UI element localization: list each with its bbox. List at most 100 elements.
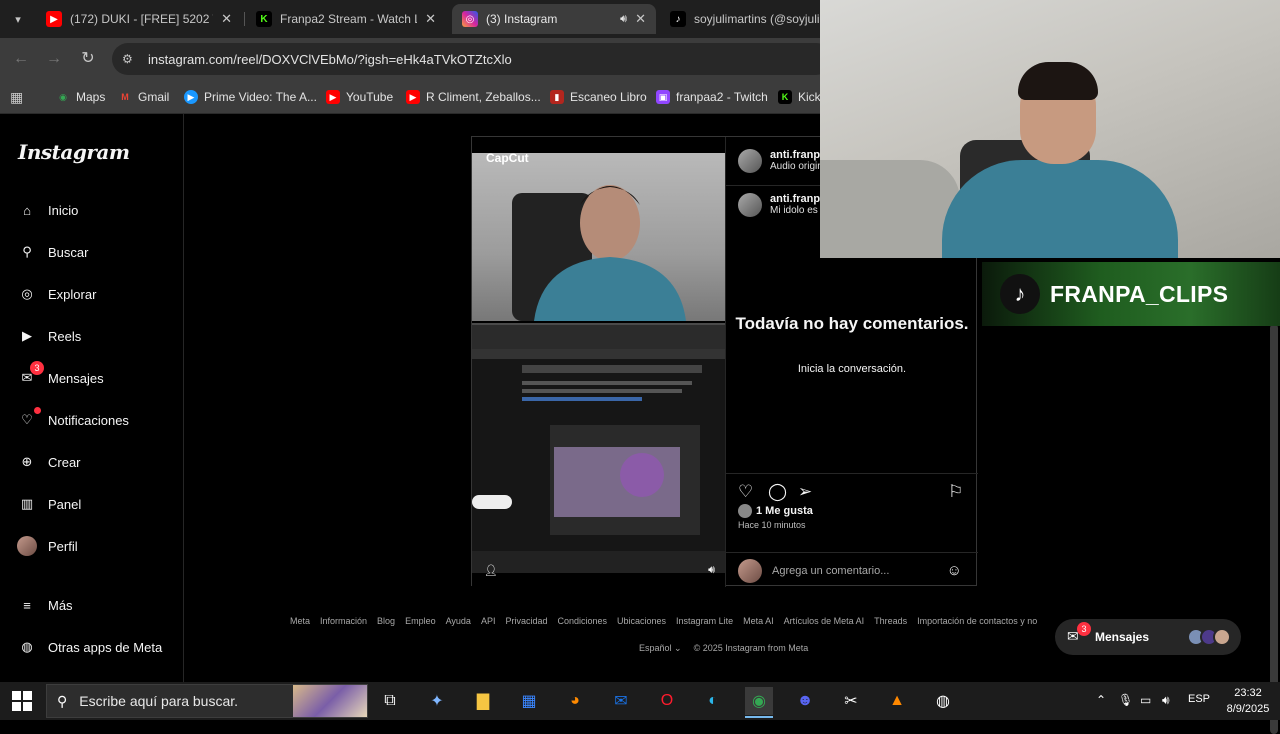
file-explorer-icon[interactable]: ▇ xyxy=(469,687,497,715)
reel-video[interactable]: CapCut 👤︎ 🔊︎ xyxy=(472,137,725,587)
address-url[interactable]: instagram.com/reel/DOXVClVEbMo/?igsh=eHk… xyxy=(148,52,512,67)
sidebar-item-mensajes[interactable]: ✉ 3 Mensajes xyxy=(16,361,104,392)
tab-youtube[interactable]: ▶ (172) DUKI - [FREE] 5202 Typ ✕ xyxy=(36,4,242,34)
recent-contacts xyxy=(1187,628,1231,646)
bookmark-prime-video[interactable]: ▶ Prime Video: The A... xyxy=(184,87,317,107)
likes-count[interactable]: 1 Me gusta xyxy=(738,504,813,518)
tab-kick[interactable]: K Franpa2 Stream - Watch Live ✕ xyxy=(246,4,446,34)
sidebar-item-inicio[interactable]: ⌂ Inicio xyxy=(16,196,78,224)
network-icon[interactable]: ▭ xyxy=(1140,693,1151,707)
sidebar-item-mas[interactable]: ≡ Más xyxy=(16,591,72,619)
forward-arrow-icon[interactable]: → xyxy=(43,48,65,70)
sidebar-item-buscar[interactable]: ⚲ Buscar xyxy=(16,238,88,266)
footer-link[interactable]: API xyxy=(481,616,496,626)
microsoft-store-icon[interactable]: ▦ xyxy=(515,687,543,715)
instagram-logo[interactable]: Instagram xyxy=(18,140,130,164)
edge-icon[interactable]: ◐ xyxy=(699,687,727,715)
taskbar-search[interactable]: ⚲ Escribe aquí para buscar. xyxy=(46,684,368,718)
footer-link[interactable]: Instagram Lite xyxy=(676,616,733,626)
avatar[interactable] xyxy=(738,149,762,173)
compass-icon: ◎ xyxy=(21,286,33,301)
tab-search-chevron-icon[interactable]: ▾ xyxy=(6,7,30,31)
post-caption: anti.franpa Mi idolo es xyxy=(738,193,826,217)
footer-link[interactable]: Threads xyxy=(874,616,907,626)
site-info-icon[interactable]: ⚙ xyxy=(122,52,140,66)
reload-icon[interactable]: ↻ xyxy=(77,48,99,70)
comment-input[interactable]: Agrega un comentario... xyxy=(772,565,947,577)
volume-icon[interactable]: 🔊︎ xyxy=(708,564,715,577)
footer-link[interactable]: Condiciones xyxy=(557,616,607,626)
language-select[interactable]: Español ⌄ xyxy=(639,643,682,654)
post-audio[interactable]: Audio origin xyxy=(770,161,826,172)
microphone-icon[interactable]: 🎙︎ xyxy=(1118,693,1133,707)
close-tab-icon[interactable]: ✕ xyxy=(221,11,232,27)
footer-link[interactable]: Privacidad xyxy=(505,616,547,626)
volume-icon[interactable]: 🔊︎ xyxy=(1162,693,1170,708)
bookmark-maps[interactable]: ◉ Maps xyxy=(56,87,105,107)
sidebar-item-explorar[interactable]: ◎ Explorar xyxy=(16,280,96,308)
chevron-up-icon[interactable]: ⌃ xyxy=(1096,693,1106,707)
meta-apps-icon: ◍ xyxy=(21,639,33,654)
footer-link[interactable]: Empleo xyxy=(405,616,436,626)
user-tag-icon[interactable]: 👤︎ xyxy=(484,564,498,577)
outlook-icon[interactable]: ✉ xyxy=(607,687,635,715)
caption-author[interactable]: anti.franpa xyxy=(770,193,826,205)
footer-link[interactable]: Blog xyxy=(377,616,395,626)
footer-link[interactable]: Ayuda xyxy=(446,616,471,626)
capcut-icon[interactable]: ✂ xyxy=(837,687,865,715)
footer-link[interactable]: Artículos de Meta AI xyxy=(784,616,865,626)
close-tab-icon[interactable]: ✕ xyxy=(425,11,436,27)
discord-icon[interactable]: ☻ xyxy=(791,687,819,715)
tab-title: soyjulimartins (@soyjulimar xyxy=(694,12,820,26)
bookmark-save-icon[interactable]: ⚐ xyxy=(948,482,963,502)
bookmark-youtube[interactable]: ▶ YouTube xyxy=(326,87,393,107)
share-paper-plane-icon[interactable]: ➢ xyxy=(798,482,812,502)
bookmark-escaneo-libro[interactable]: ▮ Escaneo Libro xyxy=(550,87,647,107)
windows-start-icon[interactable] xyxy=(12,691,32,711)
system-clock[interactable]: 23:32 8/9/2025 xyxy=(1222,685,1274,717)
tab-tiktok[interactable]: ♪ soyjulimartins (@soyjulimar xyxy=(660,4,830,34)
bookmark-label: Prime Video: The A... xyxy=(204,90,317,104)
sidebar-item-panel[interactable]: ▥ Panel xyxy=(16,490,81,518)
sidebar-item-notificaciones[interactable]: ♡ Notificaciones xyxy=(16,406,129,434)
firefox-icon[interactable]: ◕ xyxy=(561,687,589,715)
sidebar-item-perfil[interactable]: Perfil xyxy=(16,532,78,560)
speaker-icon[interactable]: 🔊︎ xyxy=(620,13,627,26)
comment-bubble-icon[interactable]: ◯ xyxy=(768,482,787,502)
bookmark-gmail[interactable]: M Gmail xyxy=(118,87,169,107)
opera-icon[interactable]: O xyxy=(653,687,681,715)
avatar[interactable] xyxy=(738,193,762,217)
messages-pill[interactable]: ✉ 3 Mensajes xyxy=(1055,619,1241,655)
tab-instagram[interactable]: ◎ (3) Instagram 🔊︎ ✕ xyxy=(452,4,656,34)
footer-link[interactable]: Meta xyxy=(290,616,310,626)
footer-link[interactable]: Meta AI xyxy=(743,616,774,626)
sidebar-item-label: Notificaciones xyxy=(48,412,129,428)
copilot-icon[interactable]: ✦ xyxy=(423,687,451,715)
avatar xyxy=(1213,628,1231,646)
sidebar-item-crear[interactable]: ⊕ Crear xyxy=(16,448,81,476)
footer-link[interactable]: Información xyxy=(320,616,367,626)
bookmark-kick[interactable]: K Kick xyxy=(778,87,821,107)
bookmark-twitch[interactable]: ▣ franpaa2 - Twitch xyxy=(656,87,768,107)
bookmark-climent[interactable]: ▶ R Climent, Zeballos... xyxy=(406,87,541,107)
obs-icon[interactable]: ◍ xyxy=(929,687,957,715)
sidebar-item-otras-apps[interactable]: ◍ Otras apps de Meta xyxy=(16,633,162,661)
apps-grid-icon[interactable]: ▦ xyxy=(10,87,23,107)
like-heart-icon[interactable]: ♡ xyxy=(738,482,753,502)
sidebar-item-reels[interactable]: ▶ Reels xyxy=(16,322,81,350)
emoji-icon[interactable]: ☺ xyxy=(947,562,962,579)
task-view-icon[interactable]: ⧉ xyxy=(376,687,404,715)
back-arrow-icon[interactable]: ← xyxy=(10,48,32,70)
footer-link[interactable]: Importación de contactos y no xyxy=(917,616,1037,626)
input-language[interactable]: ESP xyxy=(1188,693,1210,705)
close-tab-icon[interactable]: ✕ xyxy=(635,11,646,27)
address-bar[interactable]: ⚙ instagram.com/reel/DOXVClVEbMo/?igsh=e… xyxy=(112,43,832,75)
chrome-icon[interactable]: ◉ xyxy=(745,687,773,718)
page-scrollbar[interactable] xyxy=(1270,324,1278,734)
vlc-icon[interactable]: ▲ xyxy=(883,687,911,715)
prime-video-icon: ▶ xyxy=(184,90,198,104)
taskbar-search-input[interactable]: Escribe aquí para buscar. xyxy=(79,693,293,709)
post-author[interactable]: anti.franpa xyxy=(770,149,826,161)
footer-link[interactable]: Ubicaciones xyxy=(617,616,666,626)
youtube-icon: ▶ xyxy=(326,90,340,104)
